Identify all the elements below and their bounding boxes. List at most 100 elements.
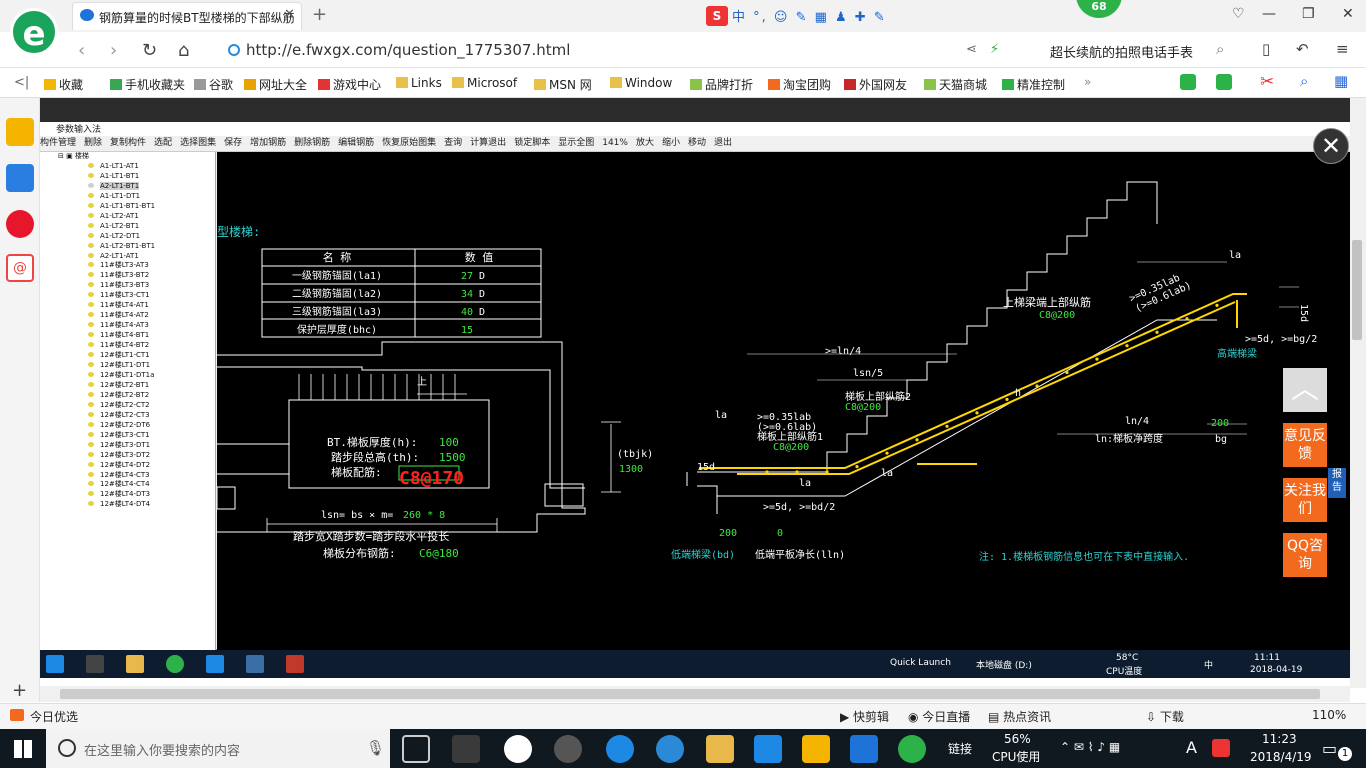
table-row-value[interactable]: 15 xyxy=(461,325,473,336)
cortana-icon[interactable] xyxy=(58,739,76,757)
toolbar-item[interactable]: 编辑钢筋 xyxy=(338,136,374,151)
table-row-value[interactable]: 40 xyxy=(461,307,473,318)
height-value[interactable]: 1500 xyxy=(439,451,466,464)
tree-item[interactable]: 11#楼LT4-AT3 xyxy=(40,321,215,331)
follow-us-button[interactable]: 关注我们 xyxy=(1283,478,1327,522)
lsn-value[interactable]: 260 * 8 xyxy=(403,510,445,521)
toolbar-item[interactable]: 锁定脚本 xyxy=(514,136,550,151)
menu-icon[interactable]: ≡ xyxy=(1336,40,1349,58)
tree-item[interactable]: 12#楼LT2-BT2 xyxy=(40,391,215,401)
360-browser-icon[interactable] xyxy=(898,735,926,763)
forward-icon[interactable]: › xyxy=(110,40,117,61)
tree-item[interactable]: 12#楼LT1-DT1 xyxy=(40,361,215,371)
table-row-value[interactable]: 34 xyxy=(461,289,473,300)
toolbar-item[interactable]: 缩小 xyxy=(662,136,680,151)
tree-item[interactable]: A1-LT2-BT1 xyxy=(40,222,215,232)
close-overlay-button[interactable]: ✕ xyxy=(1313,128,1349,164)
tree-item[interactable]: 12#楼LT3-DT2 xyxy=(40,451,215,461)
tree-item[interactable]: 11#楼LT3-CT1 xyxy=(40,291,215,301)
fan-app-icon[interactable] xyxy=(452,735,480,763)
restore-button[interactable]: ❐ xyxy=(1302,6,1315,22)
tree-item[interactable]: 11#楼LT4-AT2 xyxy=(40,311,215,321)
bookmark-item[interactable]: 谷歌 xyxy=(194,76,233,93)
ime-toolbar[interactable]: 中 °, ☺ ✎ ▦ ♟ ✚ ✎ xyxy=(732,6,887,25)
browser-logo-icon[interactable]: e xyxy=(10,8,58,56)
tree-item[interactable]: 12#楼LT4-DT2 xyxy=(40,461,215,471)
bookmark-item[interactable]: MSN 网 xyxy=(534,76,592,93)
tree-item[interactable]: 12#楼LT4-CT3 xyxy=(40,471,215,481)
tree-item[interactable]: 11#楼LT3-BT3 xyxy=(40,281,215,291)
mail-icon[interactable]: @ xyxy=(6,254,34,282)
tree-item[interactable]: A1-LT1-AT1 xyxy=(40,162,215,172)
cad-canvas[interactable]: 型楼梯: 名 称 数 值 一级钢筋锚固(la1) 27 D 二级钢筋锚固(la2) 34… xyxy=(217,152,1350,650)
vertical-scrollbar[interactable] xyxy=(1350,98,1366,688)
tree-item[interactable]: 12#楼LT2-CT2 xyxy=(40,401,215,411)
toolbar-item[interactable]: 删除钢筋 xyxy=(294,136,330,151)
tab-close-icon[interactable]: ✕ xyxy=(284,7,295,22)
vertical-scroll-thumb[interactable] xyxy=(1352,240,1362,340)
tree-item[interactable]: A1-LT1-BT1-BT1 xyxy=(40,202,215,212)
task-view-icon[interactable] xyxy=(402,735,430,763)
tree-item[interactable]: 12#楼LT3-DT1 xyxy=(40,441,215,451)
horizontal-scroll-thumb[interactable] xyxy=(60,689,1320,699)
bookmark-item[interactable]: Microsof xyxy=(452,76,517,90)
tree-item[interactable]: 12#楼LT1-DT1a xyxy=(40,371,215,381)
sogou-tray-icon[interactable] xyxy=(1212,739,1230,757)
bookmark-item[interactable]: 精准控制 xyxy=(1002,76,1065,93)
bookmark-item[interactable]: 游戏中心 xyxy=(318,76,381,93)
tree-item[interactable]: A2-LT1-BT1 xyxy=(40,181,215,192)
toolbar-item[interactable]: 保存 xyxy=(224,136,242,151)
tree-item[interactable]: 11#楼LT3-AT3 xyxy=(40,261,215,271)
notes-app-icon[interactable] xyxy=(802,735,830,763)
rebar1-value[interactable]: C8@200 xyxy=(773,442,809,453)
toolbar-item[interactable]: 复制构件 xyxy=(110,136,146,151)
url-input[interactable]: http://e.fwxgx.com/question_1775307.html xyxy=(246,41,570,59)
rebar2-value[interactable]: C8@200 xyxy=(845,402,881,413)
toolbar-item[interactable]: 查询 xyxy=(444,136,462,151)
skin-icon[interactable]: ♡ xyxy=(1232,6,1245,22)
cross-app-icon[interactable] xyxy=(754,735,782,763)
thickness-value[interactable]: 100 xyxy=(439,436,459,449)
qq-consult-button[interactable]: QQ咨询 xyxy=(1283,533,1327,577)
bg-value[interactable]: 200 xyxy=(1211,418,1229,429)
favorites-star-icon[interactable] xyxy=(6,118,34,146)
toolbar-item[interactable]: 退出 xyxy=(714,136,732,151)
search-input[interactable]: 超长续航的拍照电话手表 xyxy=(1050,42,1193,61)
undo-icon[interactable]: ↶ xyxy=(1296,40,1309,58)
tree-item[interactable]: 11#楼LT4-BT2 xyxy=(40,341,215,351)
tree-item[interactable]: A1-LT2-DT1 xyxy=(40,232,215,242)
upper-rebar-value[interactable]: C8@200 xyxy=(1039,310,1075,321)
add-sidebar-icon[interactable]: + xyxy=(12,680,27,701)
search-icon[interactable]: ⌕ xyxy=(1216,40,1224,58)
taskbar-time[interactable]: 11:23 xyxy=(1262,732,1297,746)
report-button[interactable]: 报告 xyxy=(1328,468,1346,498)
weibo-icon[interactable] xyxy=(6,210,34,238)
toolbar-item[interactable]: 恢复原始图集 xyxy=(382,136,436,151)
toolbar-item[interactable]: 选择图集 xyxy=(180,136,216,151)
bookmark-item[interactable]: Links xyxy=(396,76,442,90)
minimize-button[interactable]: — xyxy=(1262,6,1276,22)
bookmark-item[interactable]: 天猫商城 xyxy=(924,76,987,93)
tree-item[interactable]: 12#楼LT2-BT1 xyxy=(40,381,215,391)
tree-item[interactable]: 12#楼LT1-CT1 xyxy=(40,351,215,361)
spiral-app-icon[interactable] xyxy=(554,735,582,763)
zoom-level[interactable]: 110% xyxy=(1312,708,1346,722)
taskbar-date[interactable]: 2018/4/19 xyxy=(1250,750,1312,764)
tree-item[interactable]: 11#楼LT4-AT1 xyxy=(40,301,215,311)
toolbar-item[interactable]: 移动 xyxy=(688,136,706,151)
tree-item[interactable]: 12#楼LT2-CT3 xyxy=(40,411,215,421)
bookmark-item[interactable]: 外国网友 xyxy=(844,76,907,93)
file-explorer-icon[interactable] xyxy=(706,735,734,763)
lln-value[interactable]: 0 xyxy=(777,528,783,539)
tree-item[interactable]: A1-LT2-BT1-BT1 xyxy=(40,242,215,252)
news-icon[interactable] xyxy=(6,164,34,192)
tree-item[interactable]: A2-LT1-AT1 xyxy=(40,252,215,262)
windows-start-icon[interactable] xyxy=(14,740,32,758)
bookmark-item[interactable]: 手机收藏夹 xyxy=(110,76,185,93)
distribution-value[interactable]: C6@180 xyxy=(419,547,459,560)
sidebar-toggle-icon[interactable]: <| xyxy=(14,75,29,90)
tree-item[interactable]: A1-LT1-BT1 xyxy=(40,172,215,182)
tree-item[interactable]: 11#楼LT3-BT2 xyxy=(40,271,215,281)
bd-value[interactable]: 200 xyxy=(719,528,737,539)
tree-item[interactable]: 12#楼LT4-DT4 xyxy=(40,500,215,510)
